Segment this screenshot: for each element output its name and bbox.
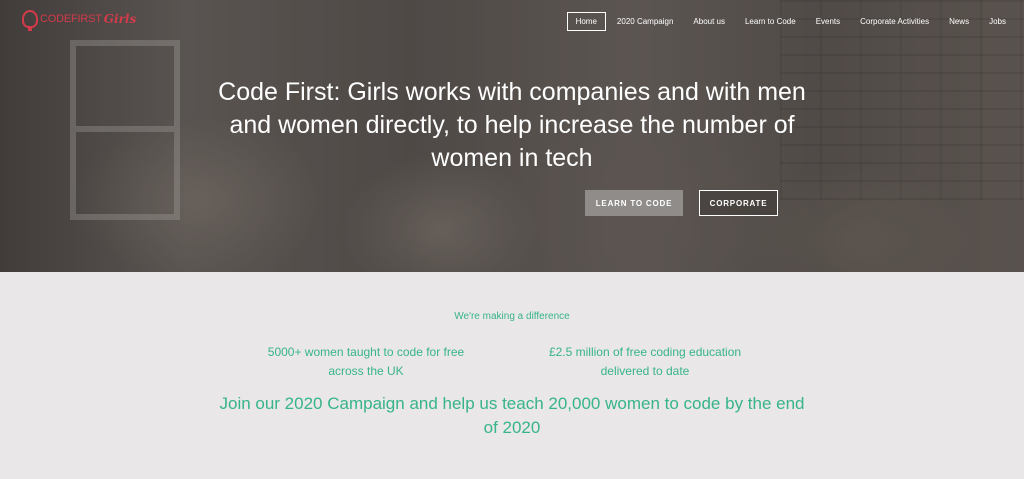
campaign-callout: Join our 2020 Campaign and help us teach… <box>219 394 805 437</box>
nav-item-2020-campaign[interactable]: 2020 Campaign <box>608 12 682 31</box>
logo-wordmark-girls: Girls <box>103 12 137 26</box>
hero-headline: Code First: Girls works with companies a… <box>218 78 806 172</box>
lightbulb-icon <box>22 10 38 31</box>
nav-item-home[interactable]: Home <box>566 12 606 31</box>
nav-item-events[interactable]: Events <box>807 12 849 31</box>
corporate-button[interactable]: CORPORATE <box>699 190 778 216</box>
nav-item-about-us[interactable]: About us <box>684 12 734 31</box>
logo-wordmark: CODEFIRST <box>40 13 102 25</box>
site-logo[interactable]: CODEFIRST Girls <box>22 10 137 31</box>
nav-item-news[interactable]: News <box>940 12 978 31</box>
main-navigation: Home 2020 Campaign About us Learn to Cod… <box>566 12 1016 31</box>
nav-item-learn-to-code[interactable]: Learn to Code <box>736 12 805 31</box>
stat-education-value: £2.5 million of free coding education de… <box>548 345 742 378</box>
hero-banner: CODEFIRST Girls Home 2020 Campaign About… <box>0 0 1024 272</box>
nav-item-jobs[interactable]: Jobs <box>980 12 1015 31</box>
learn-to-code-button[interactable]: LEARN TO CODE <box>585 190 683 216</box>
stat-women-taught: 5000+ women taught to code for free acro… <box>267 345 465 378</box>
nav-item-corporate-activities[interactable]: Corporate Activities <box>851 12 938 31</box>
impact-heading: We're making a difference <box>454 311 570 322</box>
